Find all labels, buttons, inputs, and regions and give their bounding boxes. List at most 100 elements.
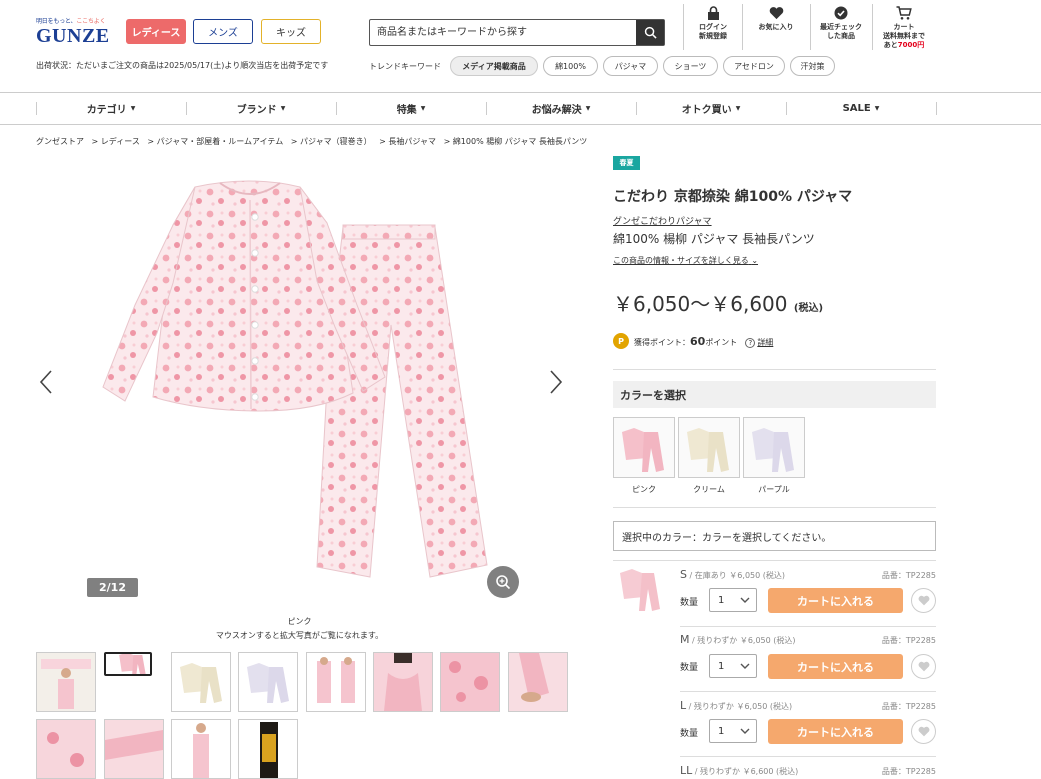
breadcrumb-item[interactable]: > レディース — [92, 137, 140, 146]
chevron-down-icon — [740, 663, 750, 669]
trend-chip-cotton[interactable]: 綿100% — [543, 56, 598, 76]
recent-label-2: した商品 — [827, 32, 855, 40]
prev-image-arrow-icon[interactable] — [39, 370, 53, 394]
free-shipping-note: 送料無料まで あと7000円 — [883, 32, 925, 49]
add-to-cart-button[interactable]: カートに入れる — [768, 654, 903, 679]
season-badge: 春夏 — [613, 156, 640, 170]
search-input[interactable] — [370, 20, 636, 45]
image-color-caption: ピンク — [287, 617, 312, 626]
breadcrumb-item[interactable]: > パジャマ（寝巻き） — [291, 137, 372, 146]
variant-size-stock: LL / 残りわずか ￥6,600 (税込) — [680, 764, 799, 777]
heart-icon — [918, 726, 929, 737]
heart-icon — [769, 7, 783, 20]
favorite-button[interactable] — [911, 654, 936, 679]
quantity-select[interactable]: 1 — [709, 654, 757, 678]
variant-size-stock: L / 残りわずか ￥6,050 (税込) — [680, 699, 793, 712]
nav-solutions[interactable]: お悩み解決 ▼ — [486, 93, 636, 124]
zoom-hint: マウスオンすると拡大写真がご覧になれます。 — [215, 631, 384, 640]
price: ￥6,050～￥6,600 (税込) — [613, 288, 823, 317]
variant-image — [620, 569, 660, 611]
trend-chip-pajama[interactable]: パジャマ — [603, 56, 658, 76]
breadcrumb-item[interactable]: > パジャマ・部屋着・ルームアイテム — [147, 137, 283, 146]
cart-link[interactable]: カート 送料無料まで あと7000円 — [876, 6, 932, 66]
variant-product-code: 品番：TP2285 — [881, 571, 936, 580]
add-to-cart-button[interactable]: カートに入れる — [768, 719, 903, 744]
divider — [680, 756, 936, 757]
login-link[interactable]: ログイン 新規登録 — [687, 6, 739, 66]
divider — [613, 369, 936, 370]
gallery-thumbnail-selected[interactable] — [104, 652, 152, 676]
gallery-thumbnail[interactable] — [440, 652, 500, 712]
gallery-thumbnail[interactable] — [306, 652, 366, 712]
breadcrumb-item: > 綿100% 楊柳 パジャマ 長袖長パンツ — [443, 137, 588, 146]
nav-deals[interactable]: オトク買い ▼ — [636, 93, 786, 124]
lock-icon — [707, 6, 719, 20]
gallery-thumbnail[interactable] — [238, 652, 298, 712]
gallery-thumbnail[interactable] — [373, 652, 433, 712]
price-tax-label: (税込) — [793, 303, 824, 314]
point-icon: P — [613, 333, 629, 349]
search-icon — [644, 26, 657, 39]
trend-chip-media[interactable]: メディア掲載商品 — [450, 56, 538, 76]
caret-down-icon: ▼ — [280, 105, 286, 112]
breadcrumb-item[interactable]: グンゼストア — [36, 137, 84, 146]
nav-category[interactable]: カテゴリ ▼ — [36, 93, 186, 124]
caret-down-icon: ▼ — [735, 105, 741, 112]
variant-size-stock: S / 在庫あり ￥6,050 (税込) — [680, 568, 785, 581]
breadcrumb-item[interactable]: > 長袖パジャマ — [379, 137, 436, 146]
segment-ladies-button[interactable]: レディース — [126, 19, 186, 44]
trend-keywords-label: トレンドキーワード — [369, 62, 441, 71]
favorite-button[interactable] — [911, 719, 936, 744]
brand-link[interactable]: グンゼこだわりパジャマ — [613, 214, 712, 227]
segment-mens-button[interactable]: メンズ — [193, 19, 253, 44]
help-icon[interactable]: ? — [745, 338, 756, 348]
color-swatch-purple[interactable] — [743, 417, 805, 478]
next-image-arrow-icon[interactable] — [549, 370, 563, 394]
gallery-thumbnail[interactable] — [508, 652, 568, 712]
variant-product-code: 品番：TP2285 — [881, 702, 936, 711]
product-info-link[interactable]: この商品の情報・サイズを詳しく見る ⌄ — [613, 255, 758, 266]
caret-down-icon: ▼ — [874, 105, 880, 112]
quantity-select[interactable]: 1 — [709, 588, 757, 612]
gallery-thumbnail[interactable] — [171, 719, 231, 779]
breadcrumb: グンゼストア > レディース > パジャマ・部屋着・ルームアイテム > パジャマ… — [36, 136, 592, 147]
register-label: 新規登録 — [699, 32, 727, 40]
quantity-select[interactable]: 1 — [709, 719, 757, 743]
color-swatch-pink[interactable] — [613, 417, 675, 478]
header-divider — [872, 4, 873, 50]
favorite-button[interactable] — [911, 588, 936, 613]
color-swatch-cream[interactable] — [678, 417, 740, 478]
search-button[interactable] — [636, 20, 664, 45]
gallery-thumbnail[interactable] — [104, 719, 164, 779]
gallery-thumbnail[interactable] — [171, 652, 231, 712]
product-title: こだわり 京都捺染 綿100% パジャマ — [613, 189, 853, 205]
selected-color-status: 選択中のカラー：カラーを選択してください。 — [613, 521, 936, 551]
gunze-logo[interactable]: 明日をもっと、ここちよく GUNZE — [36, 16, 114, 48]
segment-kids-button[interactable]: キッズ — [261, 19, 321, 44]
gallery-thumbnail[interactable] — [36, 719, 96, 779]
zoom-button[interactable] — [487, 566, 519, 598]
color-swatch-label: クリーム — [693, 485, 725, 494]
logo-tagline: 明日をもっと、ここちよく — [36, 18, 106, 25]
image-counter: 2/12 — [87, 578, 138, 597]
gallery-thumbnail[interactable] — [238, 719, 298, 779]
price-value: ￥6,050～￥6,600 — [613, 292, 788, 316]
gallery-thumbnail[interactable] — [36, 652, 96, 712]
chevron-down-icon — [740, 728, 750, 734]
add-to-cart-button[interactable]: カートに入れる — [768, 588, 903, 613]
nav-brand[interactable]: ブランド ▼ — [186, 93, 336, 124]
caret-down-icon: ▼ — [585, 105, 591, 112]
divider — [680, 626, 936, 627]
chevron-down-icon: ⌄ — [751, 256, 759, 265]
nav-sale[interactable]: SALE ▼ — [786, 93, 936, 124]
recently-viewed-link[interactable]: 最近チェック した商品 — [812, 6, 870, 66]
favorites-link[interactable]: お気に入り — [746, 6, 806, 66]
points-info: 獲得ポイント：60ポイント? 詳細 — [634, 335, 774, 348]
color-swatch-label: パープル — [758, 485, 790, 494]
nav-features[interactable]: 特集 ▼ — [336, 93, 486, 124]
shipping-status-note: 出荷状況：ただいまご注文の商品は2025/05/17(土)より順次当店を出荷予定… — [36, 61, 329, 70]
variant-product-code: 品番：TP2285 — [881, 767, 936, 776]
header-divider — [683, 4, 684, 50]
chevron-down-icon — [740, 597, 750, 603]
points-detail-link[interactable]: 詳細 — [757, 338, 773, 347]
